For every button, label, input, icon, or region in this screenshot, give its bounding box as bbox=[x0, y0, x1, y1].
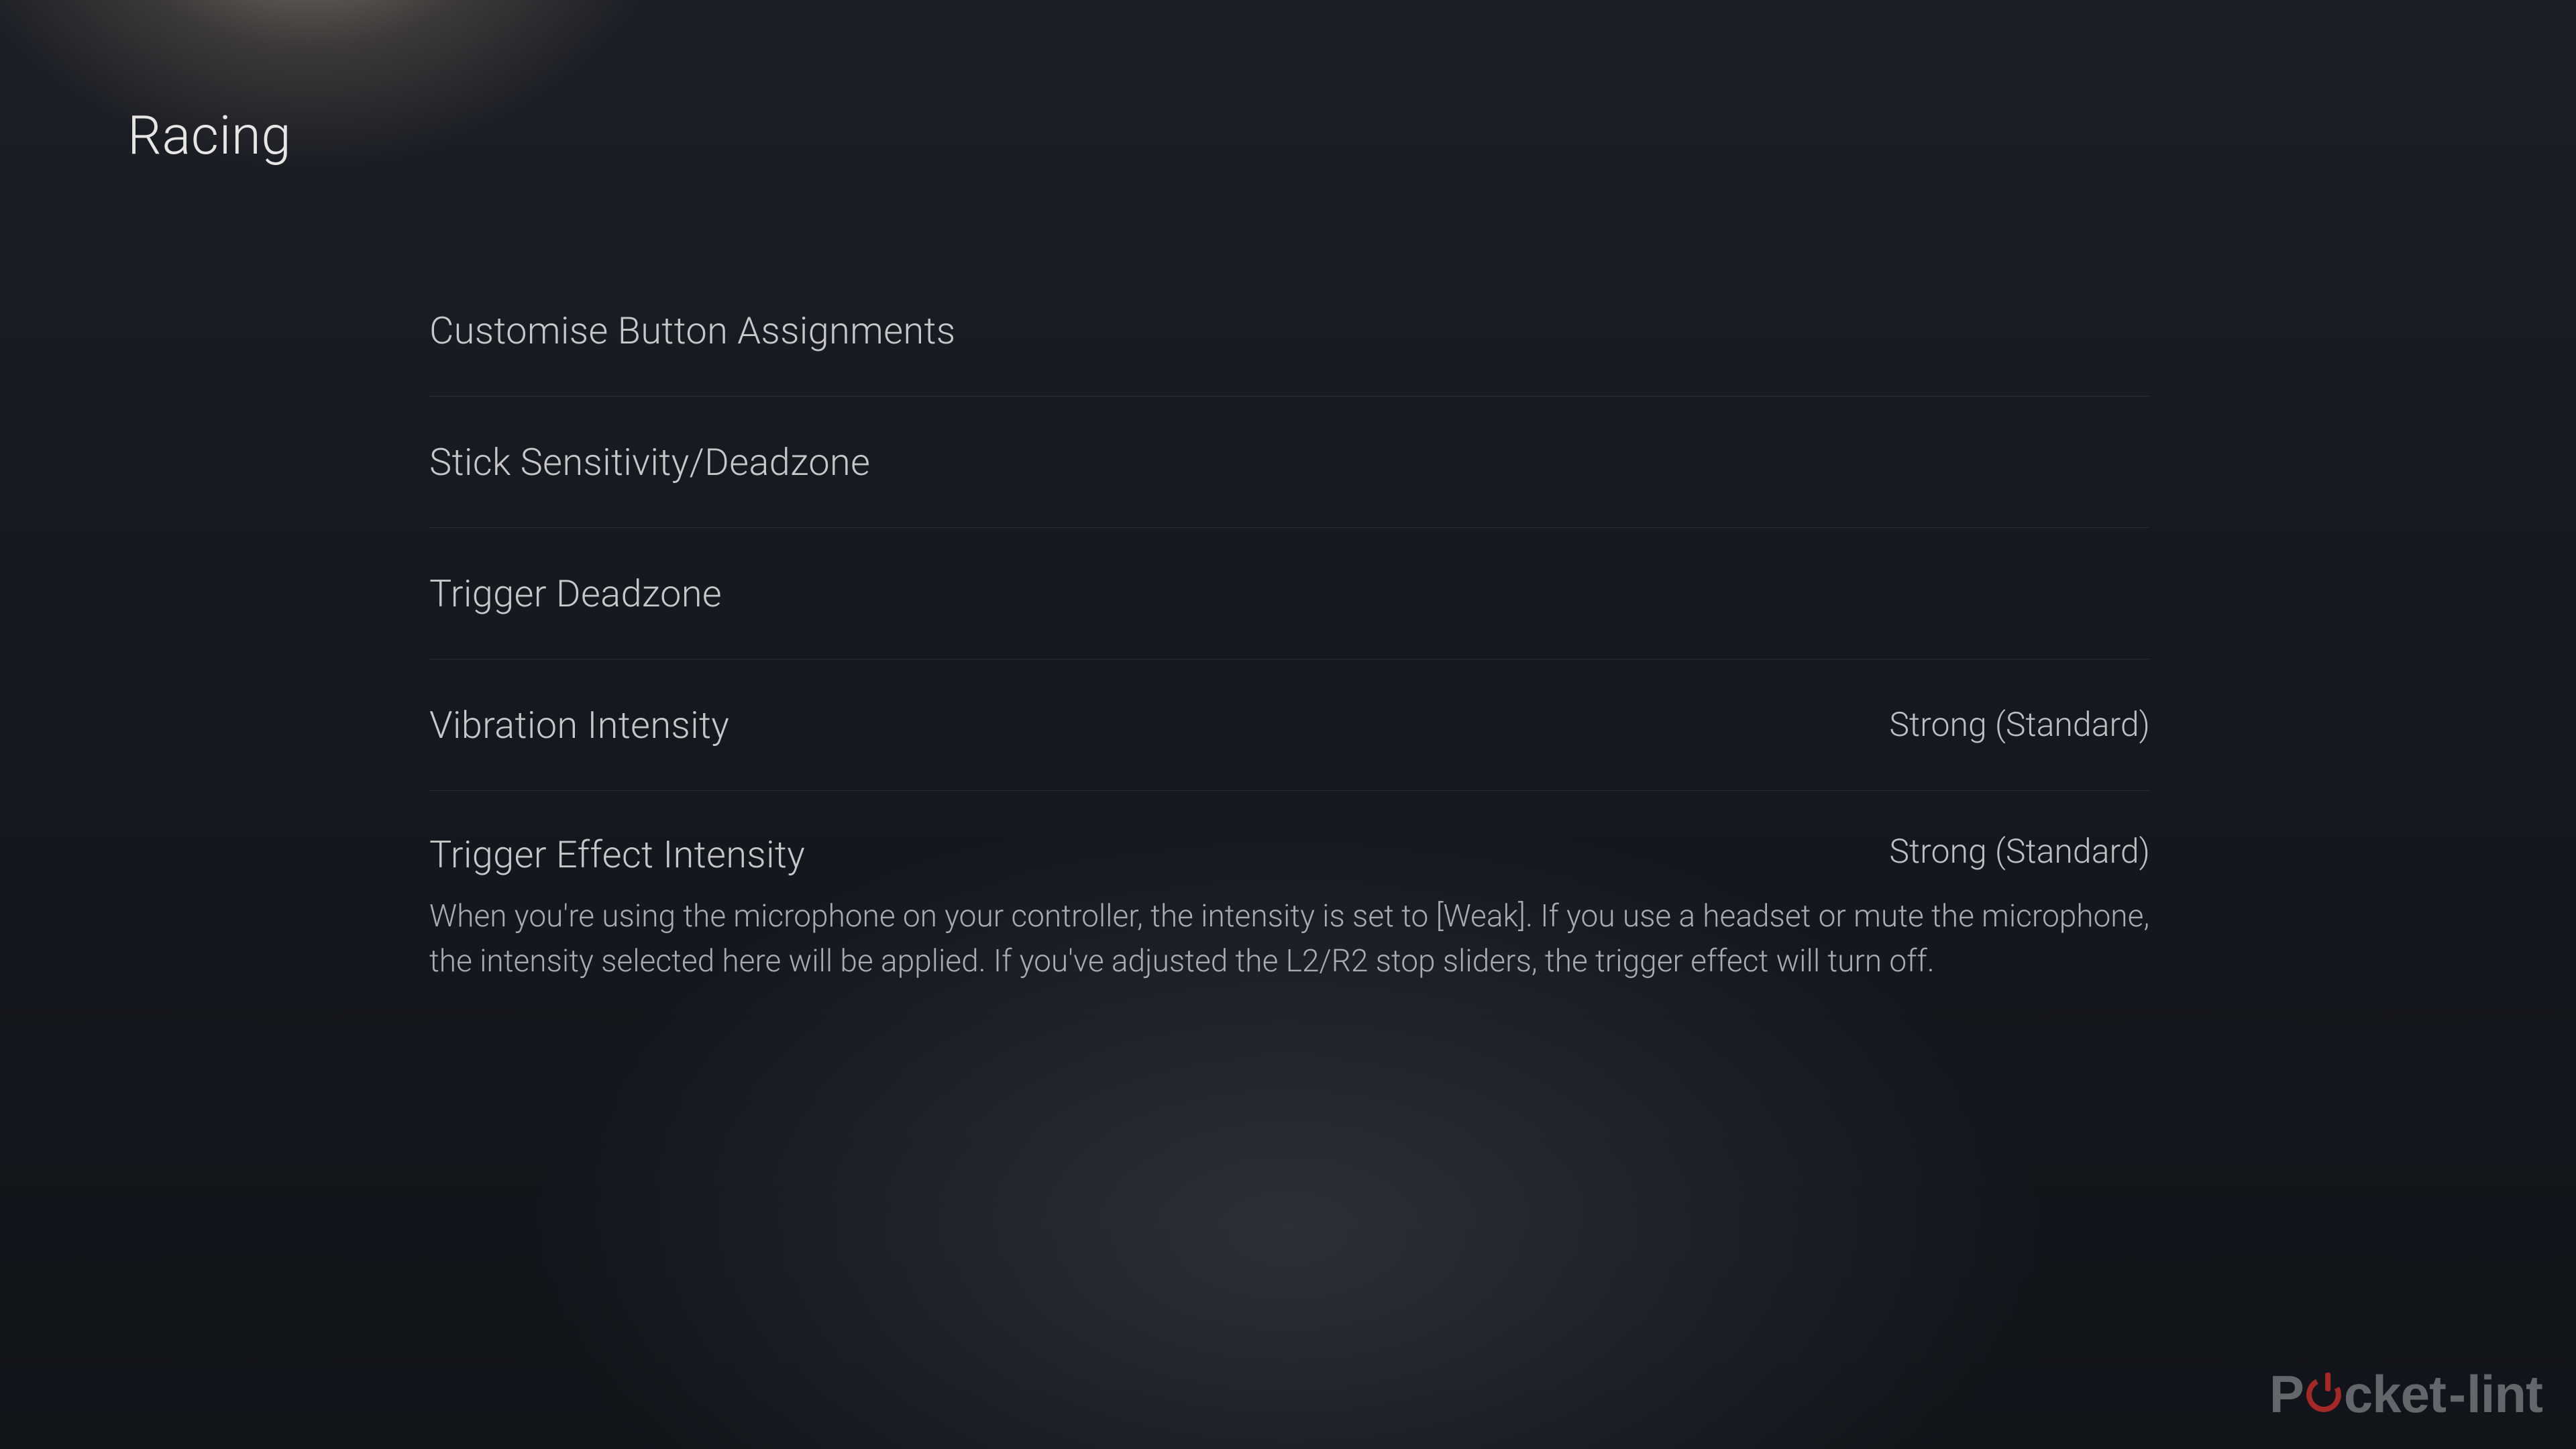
setting-customise-button-assignments[interactable]: Customise Button Assignments bbox=[429, 265, 2150, 396]
setting-vibration-intensity[interactable]: Vibration Intensity Strong (Standard) bbox=[429, 659, 2150, 791]
setting-label: Customise Button Assignments bbox=[429, 309, 955, 353]
power-icon bbox=[2302, 1373, 2346, 1417]
settings-list: Customise Button Assignments Stick Sensi… bbox=[429, 265, 2150, 983]
setting-label: Vibration Intensity bbox=[429, 703, 729, 747]
setting-trigger-deadzone[interactable]: Trigger Deadzone bbox=[429, 528, 2150, 659]
setting-label: Trigger Deadzone bbox=[429, 572, 722, 616]
page-title: Racing bbox=[127, 104, 291, 167]
watermark-text-part: P bbox=[2269, 1364, 2304, 1425]
watermark-text-part: cket bbox=[2344, 1364, 2446, 1425]
setting-stick-sensitivity-deadzone[interactable]: Stick Sensitivity/Deadzone bbox=[429, 396, 2150, 528]
watermark-text-part: lint bbox=[2467, 1364, 2542, 1425]
watermark-hyphen: - bbox=[2449, 1364, 2465, 1425]
setting-value: Strong (Standard) bbox=[1889, 706, 2150, 745]
setting-trigger-effect-intensity[interactable]: Trigger Effect Intensity Strong (Standar… bbox=[429, 791, 2150, 983]
setting-description: When you're using the microphone on your… bbox=[429, 894, 2150, 983]
setting-label: Trigger Effect Intensity bbox=[429, 833, 805, 877]
setting-value: Strong (Standard) bbox=[1889, 833, 2150, 871]
watermark-pocket-lint: P cket - lint bbox=[2269, 1364, 2542, 1425]
setting-label: Stick Sensitivity/Deadzone bbox=[429, 440, 870, 484]
